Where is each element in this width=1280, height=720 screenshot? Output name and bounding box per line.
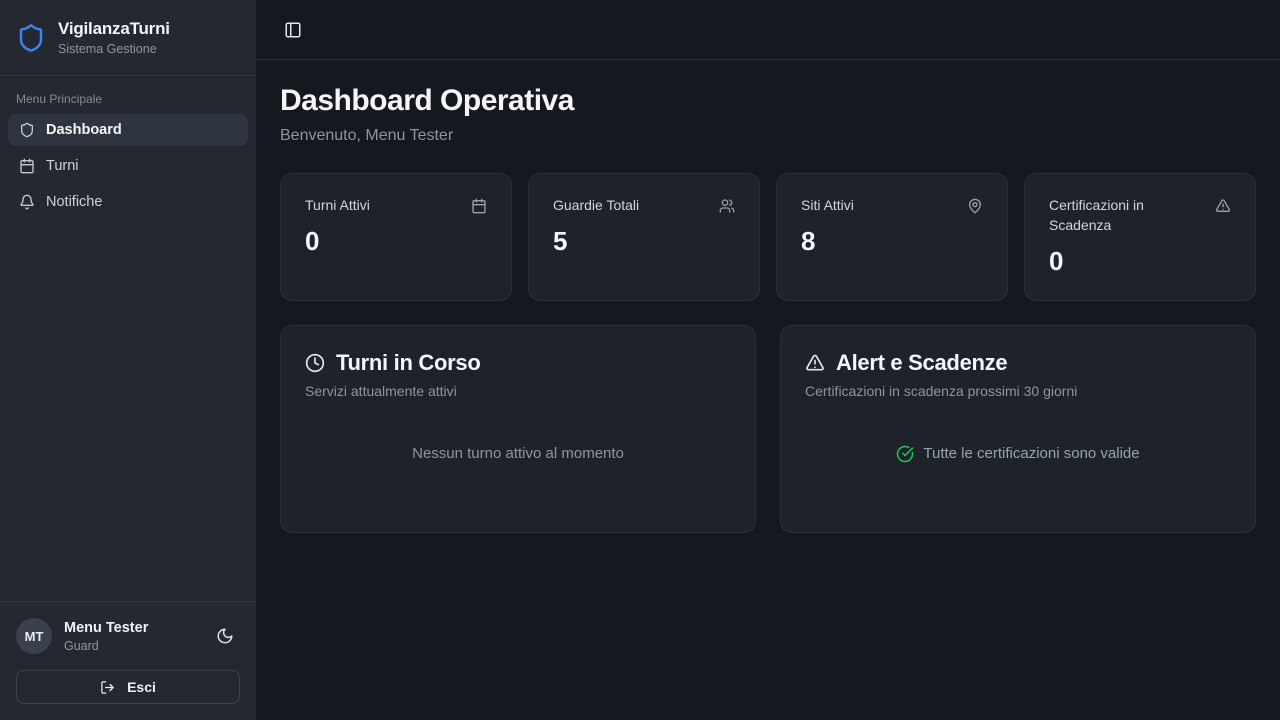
bell-icon [19,194,35,210]
logout-icon [100,680,115,695]
sidebar-toggle-button[interactable] [278,15,308,45]
main-area: Dashboard Operativa Benvenuto, Menu Test… [256,0,1280,720]
topbar [256,0,1280,60]
stats-grid: Turni Attivi 0 Guardie Totali 5 [280,173,1256,301]
check-circle-icon [896,445,914,463]
clock-icon [305,353,325,373]
empty-state-message: Nessun turno attivo al momento [412,445,624,462]
app-subtitle: Sistema Gestione [58,42,170,56]
panel-alert-scadenze: Alert e Scadenze Certificazioni in scade… [780,325,1256,533]
calendar-icon [471,198,487,214]
dashboard-content: Dashboard Operativa Benvenuto, Menu Test… [256,60,1280,557]
logout-button[interactable]: Esci [16,670,240,704]
map-pin-icon [967,198,983,214]
sidebar-item-label: Notifiche [46,194,102,210]
avatar: MT [16,618,52,654]
panel-subtitle: Servizi attualmente attivi [305,383,731,399]
panels-grid: Turni in Corso Servizi attualmente attiv… [280,325,1256,533]
panel-left-icon [284,21,302,39]
stat-value: 0 [1049,246,1231,277]
shield-icon [19,122,35,138]
shield-logo-icon [16,23,46,53]
stat-value: 0 [305,226,487,257]
sidebar-item-dashboard[interactable]: Dashboard [8,114,248,146]
stat-value: 8 [801,226,983,257]
sidebar-item-label: Dashboard [46,122,122,138]
alert-triangle-icon [1215,198,1231,214]
user-name: Menu Tester [64,620,148,636]
alert-triangle-icon [805,353,825,373]
panel-title: Turni in Corso [336,350,481,376]
app-brand: VigilanzaTurni Sistema Gestione [0,0,256,76]
stat-card-siti-attivi: Siti Attivi 8 [776,173,1008,301]
status-message: Tutte le certificazioni sono valide [923,445,1139,462]
stat-label: Turni Attivi [305,196,380,216]
panel-title: Alert e Scadenze [836,350,1007,376]
stat-label: Siti Attivi [801,196,864,216]
moon-icon [216,627,234,645]
sidebar-item-turni[interactable]: Turni [8,150,248,182]
page-title: Dashboard Operativa [280,84,1256,118]
sidebar: VigilanzaTurni Sistema Gestione Menu Pri… [0,0,256,720]
stat-label: Guardie Totali [553,196,649,216]
sidebar-item-label: Turni [46,158,79,174]
logout-label: Esci [127,679,156,695]
stat-value: 5 [553,226,735,257]
panel-subtitle: Certificazioni in scadenza prossimi 30 g… [805,383,1231,399]
stat-card-turni-attivi: Turni Attivi 0 [280,173,512,301]
nav-section-label: Menu Principale [0,76,256,114]
calendar-icon [19,158,35,174]
welcome-text: Benvenuto, Menu Tester [280,127,1256,145]
sidebar-nav: Dashboard Turni Notifiche [0,114,256,222]
users-icon [719,198,735,214]
app-title: VigilanzaTurni [58,19,170,39]
theme-toggle-button[interactable] [210,621,240,651]
stat-card-guardie-totali: Guardie Totali 5 [528,173,760,301]
sidebar-footer: MT Menu Tester Guard Esci [0,601,256,720]
user-role: Guard [64,639,148,653]
stat-card-certificazioni: Certificazioni in Scadenza 0 [1024,173,1256,301]
sidebar-item-notifiche[interactable]: Notifiche [8,186,248,218]
panel-turni-in-corso: Turni in Corso Servizi attualmente attiv… [280,325,756,533]
stat-label: Certificazioni in Scadenza [1049,196,1215,236]
